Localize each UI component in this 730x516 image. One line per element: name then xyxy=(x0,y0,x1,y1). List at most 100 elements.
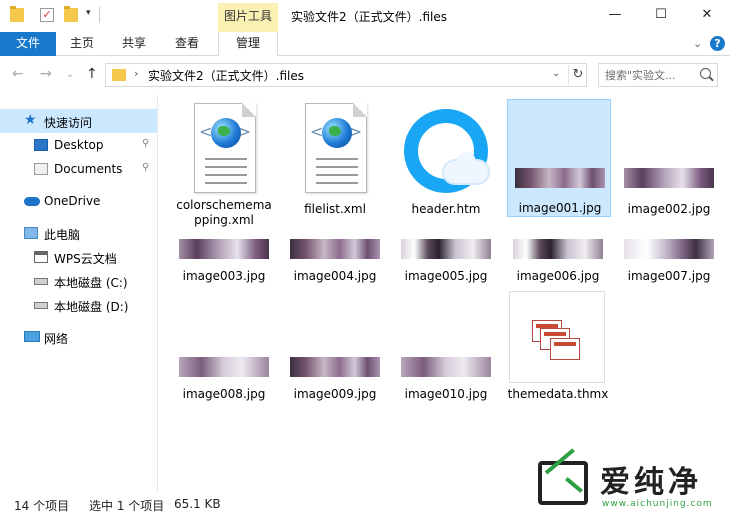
nav-item-label: 网络 xyxy=(44,332,69,346)
watermark-logo-icon xyxy=(538,461,588,505)
file-item-image008[interactable]: image008.jpg xyxy=(172,357,276,405)
wps-cloud-icon xyxy=(34,251,48,263)
picture-tools-context-tab: 图片工具 xyxy=(218,3,278,32)
file-name: image010.jpg xyxy=(404,387,488,401)
image-thumbnail xyxy=(179,357,269,377)
nav-item-label: 快速访问 xyxy=(44,116,93,130)
window-title: 实验文件2（正式文件）.files xyxy=(291,10,447,24)
watermark-url: www.aichunjing.com xyxy=(602,499,713,509)
watermark: 爱纯净 www.aichunjing.com xyxy=(530,455,730,516)
image-thumbnail xyxy=(513,239,603,259)
nav-item-desktop[interactable]: Desktop ⚲ xyxy=(0,133,157,157)
title-bar: ✓ ▾ 图片工具 实验文件2（正式文件）.files — ☐ ✕ xyxy=(0,0,730,32)
file-item-image007[interactable]: image007.jpg xyxy=(617,239,721,287)
properties-icon[interactable]: ✓ xyxy=(40,8,54,22)
cloud-icon xyxy=(24,197,40,206)
nav-item-drive-d[interactable]: 本地磁盘 (D:) xyxy=(0,293,157,317)
minimize-button[interactable]: — xyxy=(592,0,638,30)
refresh-button[interactable]: ↻ xyxy=(568,65,587,85)
search-input[interactable] xyxy=(605,67,695,83)
nav-item-documents[interactable]: Documents ⚲ xyxy=(0,157,157,181)
navigation-bar: ← → ⌄ ↑ › 实验文件2（正式文件）.files ⌄ ↻ xyxy=(0,57,730,93)
selection-size: 65.1 KB xyxy=(174,497,221,511)
nav-item-label: WPS云文档 xyxy=(54,252,117,266)
nav-item-drive-c[interactable]: 本地磁盘 (C:) xyxy=(0,269,157,293)
drive-icon xyxy=(34,302,48,309)
breadcrumb[interactable]: 实验文件2（正式文件）.files xyxy=(148,67,304,84)
forward-button[interactable]: → xyxy=(40,66,52,82)
nav-item-label: Desktop xyxy=(54,138,104,152)
qq-browser-icon xyxy=(400,105,492,197)
nav-item-onedrive[interactable]: OneDrive xyxy=(0,189,157,213)
help-icon[interactable]: ? xyxy=(710,36,725,51)
file-name: themedata.thmx xyxy=(507,387,609,401)
file-item-image004[interactable]: image004.jpg xyxy=(283,239,387,287)
folder-icon[interactable] xyxy=(10,6,24,22)
file-item-filelist[interactable]: < > filelist.xml xyxy=(283,99,387,219)
nav-item-label: 此电脑 xyxy=(44,228,81,242)
file-item-header[interactable]: header.htm xyxy=(394,99,498,219)
tab-file[interactable]: 文件 xyxy=(0,32,56,56)
pin-icon: ⚲ xyxy=(142,162,150,173)
file-item-image001[interactable]: image001.jpg xyxy=(507,99,611,217)
file-item-image002[interactable]: image002.jpg xyxy=(617,99,721,219)
file-item-image006[interactable]: image006.jpg xyxy=(506,239,610,287)
file-item-image010[interactable]: image010.jpg xyxy=(394,357,498,405)
network-icon xyxy=(24,331,40,342)
nav-item-label: 本地磁盘 (C:) xyxy=(54,276,128,290)
file-name: image007.jpg xyxy=(627,269,711,283)
image-thumbnail xyxy=(179,239,269,259)
file-item-image009[interactable]: image009.jpg xyxy=(283,357,387,405)
maximize-button[interactable]: ☐ xyxy=(638,0,684,30)
file-name: image004.jpg xyxy=(293,269,377,283)
image-thumbnail xyxy=(624,239,714,259)
file-name: colorschemema pping.xml xyxy=(176,198,272,227)
xml-file-icon: < > xyxy=(194,103,256,193)
folder-icon xyxy=(112,69,126,81)
nav-item-label: Documents xyxy=(54,162,123,176)
ribbon-expand-icon[interactable]: ⌄ xyxy=(693,37,702,50)
file-item-themedata[interactable]: themedata.thmx xyxy=(506,291,610,409)
tab-home[interactable]: 主页 xyxy=(58,32,106,56)
file-name: image009.jpg xyxy=(293,387,377,401)
file-item-colorschememapping[interactable]: < > colorschemema pping.xml xyxy=(172,99,276,234)
search-icon[interactable] xyxy=(700,68,711,79)
recent-locations-dropdown[interactable]: ⌄ xyxy=(66,69,74,80)
file-item-image003[interactable]: image003.jpg xyxy=(172,239,276,287)
image-thumbnail xyxy=(401,357,491,377)
tab-share[interactable]: 共享 xyxy=(110,32,158,56)
nav-item-quick-access[interactable]: ★ 快速访问 xyxy=(0,109,157,133)
file-list[interactable]: < > colorschemema pping.xml < > filelist.x… xyxy=(159,95,730,492)
search-box[interactable] xyxy=(598,63,718,87)
computer-icon xyxy=(24,227,38,239)
breadcrumb-separator[interactable]: › xyxy=(134,67,138,80)
file-name: image008.jpg xyxy=(182,387,266,401)
nav-item-label: OneDrive xyxy=(44,194,101,208)
watermark-text: 爱纯净 xyxy=(600,465,702,500)
up-button[interactable]: ↑ xyxy=(86,66,98,82)
image-thumbnail xyxy=(401,239,491,259)
xml-file-icon: < > xyxy=(305,103,367,193)
address-dropdown[interactable]: ⌄ xyxy=(552,68,560,79)
tab-view[interactable]: 查看 xyxy=(162,32,212,56)
item-count: 14 个项目 xyxy=(14,499,70,513)
nav-item-network[interactable]: 网络 xyxy=(0,325,157,349)
close-button[interactable]: ✕ xyxy=(684,0,730,30)
file-name: filelist.xml xyxy=(304,202,366,216)
nav-item-label: 本地磁盘 (D:) xyxy=(54,300,129,314)
nav-item-wps-cloud[interactable]: WPS云文档 xyxy=(0,245,157,269)
ribbon-tabs: 文件 主页 共享 查看 管理 ⌄ ? xyxy=(0,32,730,56)
image-thumbnail xyxy=(290,357,380,377)
file-name: image005.jpg xyxy=(404,269,488,283)
file-name: header.htm xyxy=(411,202,481,216)
back-button[interactable]: ← xyxy=(12,66,24,82)
pin-icon: ⚲ xyxy=(142,138,150,149)
new-folder-icon[interactable] xyxy=(64,6,78,22)
quick-access-toolbar-dropdown[interactable]: ▾ xyxy=(86,8,91,18)
file-item-image005[interactable]: image005.jpg xyxy=(394,239,498,287)
address-bar[interactable]: › 实验文件2（正式文件）.files ⌄ ↻ xyxy=(105,63,587,87)
nav-item-this-pc[interactable]: 此电脑 xyxy=(0,221,157,245)
documents-icon xyxy=(34,163,48,175)
tab-manage[interactable]: 管理 xyxy=(218,32,278,56)
image-thumbnail xyxy=(515,168,605,188)
